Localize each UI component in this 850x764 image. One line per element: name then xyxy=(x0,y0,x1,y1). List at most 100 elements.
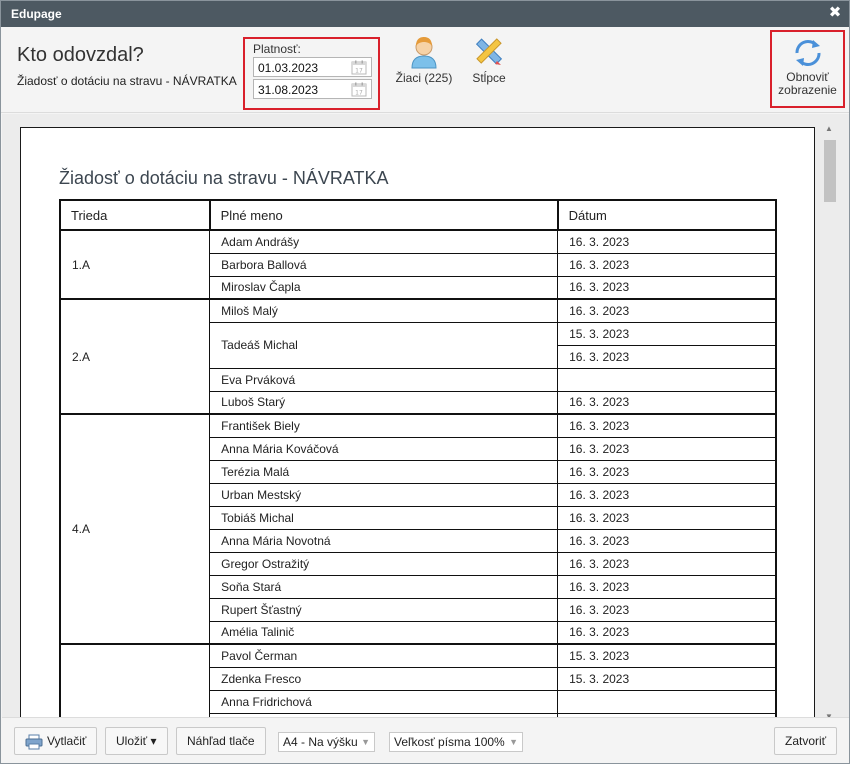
student-name-cell: Miroslav Čapla xyxy=(209,275,559,300)
columns-button[interactable]: Stĺpce xyxy=(467,35,511,85)
student-name-cell: Amélia Talinič xyxy=(209,620,559,645)
student-name-cell: František Biely xyxy=(209,413,559,438)
column-header-class: Trieda xyxy=(59,199,211,231)
font-size-value: Veľkosť písma 100% xyxy=(394,735,505,749)
window-title: Edupage xyxy=(11,7,62,21)
date-cell: 16. 3. 2023 xyxy=(557,574,778,599)
table-row: 2.A Miloš Malý 16. 3. 2023 xyxy=(59,298,778,415)
report-page: Žiadosť o dotáciu na stravu - NÁVRATKA T… xyxy=(20,127,815,717)
student-name-cell: Luboš Starý xyxy=(209,390,559,415)
date-cell: 16. 3. 2023 xyxy=(557,597,778,622)
date-cell: 16. 3. 2023 xyxy=(557,229,778,254)
chevron-down-icon: ▼ xyxy=(509,737,518,747)
student-name-cell: Adam Andrášy xyxy=(209,229,559,254)
svg-text:17: 17 xyxy=(355,90,363,97)
class-cell xyxy=(59,643,211,717)
chevron-down-icon: ▼ xyxy=(361,737,370,747)
date-cell xyxy=(557,689,778,714)
student-name-cell: Tobiáš Michal xyxy=(209,505,559,530)
date-to-value: 31.08.2023 xyxy=(258,83,319,97)
student-name-cell: Terézia Malá xyxy=(209,459,559,484)
date-cell: 15. 3. 2023 xyxy=(557,321,778,346)
page-title: Kto odovzdal? xyxy=(17,44,144,66)
report-table: Trieda Plné meno Dátum 1.A Adam Andrášy 16… xyxy=(59,199,778,717)
title-bar: Edupage ✖ xyxy=(1,1,849,27)
column-header-name: Plné meno xyxy=(208,199,559,231)
date-cell: 16. 3. 2023 xyxy=(557,620,778,645)
calendar-icon[interactable]: 17 xyxy=(351,82,367,97)
header: Kto odovzdal? Žiadosť o dotáciu na strav… xyxy=(1,27,849,113)
student-icon xyxy=(411,37,437,69)
svg-text:17: 17 xyxy=(355,68,363,75)
table-header-row: Trieda Plné meno Dátum xyxy=(59,199,778,231)
student-name-cell: Anna Fridrichová xyxy=(209,689,559,714)
date-cell: 16. 3. 2023 xyxy=(557,413,778,438)
class-cell: 2.A xyxy=(59,298,211,415)
table-row: 4.A František Biely 16. 3. 2023 xyxy=(59,413,778,645)
student-name-cell: Barbora Ballová xyxy=(209,252,559,277)
close-button[interactable]: Zatvoriť xyxy=(774,727,838,755)
refresh-icon xyxy=(795,40,820,66)
print-button[interactable]: Vytlačiť xyxy=(14,727,98,755)
date-cell: 16. 3. 2023 xyxy=(557,390,778,415)
student-name-cell: Gregor Ostražitý xyxy=(209,551,559,576)
footer-toolbar: Vytlačiť Uložiť ▾ Náhľad tlače A4 - Na v… xyxy=(2,717,849,763)
scrollbar-thumb[interactable] xyxy=(824,140,836,202)
student-name-cell: Tadeáš Michal xyxy=(209,321,559,369)
student-name-cell: Miloš Malý xyxy=(209,298,559,323)
font-size-select[interactable]: Veľkosť písma 100% ▼ xyxy=(389,732,523,752)
date-cell: 16. 3. 2023 xyxy=(557,528,778,553)
students-button[interactable]: Žiaci (225) xyxy=(391,35,457,85)
class-cell: 4.A xyxy=(59,413,211,645)
date-cell: 16. 3. 2023 xyxy=(557,505,778,530)
student-name-cell: Anna Mária Kováčová xyxy=(209,436,559,461)
report-title: Žiadosť o dotáciu na stravu - NÁVRATKA xyxy=(59,168,389,188)
date-cell: 15. 3. 2023 xyxy=(557,666,778,691)
table-row: Pavol Čerman 15. 3. 2023 xyxy=(59,643,778,717)
date-to-input[interactable]: 31.08.2023 17 xyxy=(253,79,372,99)
close-icon[interactable]: ✖ xyxy=(827,4,843,22)
vertical-scrollbar[interactable]: ▲ ▼ xyxy=(822,124,837,717)
class-cell: 1.A xyxy=(59,229,211,300)
date-cell: 16. 3. 2023 xyxy=(557,252,778,277)
student-name-cell: Urban Mestský xyxy=(209,482,559,507)
students-label: Žiaci (225) xyxy=(395,71,453,85)
paper-format-value: A4 - Na výšku xyxy=(283,735,358,749)
date-cell: 16. 3. 2023 xyxy=(557,344,778,369)
date-cell: 16. 3. 2023 xyxy=(557,275,778,300)
report-preview-area: Žiadosť o dotáciu na stravu - NÁVRATKA T… xyxy=(2,114,849,717)
dialog-window: Edupage ✖ Kto odovzdal? Žiadosť o dotáci… xyxy=(0,0,850,764)
columns-label: Stĺpce xyxy=(472,71,506,85)
date-cell: 16. 3. 2023 xyxy=(557,298,778,323)
print-preview-button[interactable]: Náhľad tlače xyxy=(176,727,266,755)
save-button[interactable]: Uložiť ▾ xyxy=(105,727,168,755)
date-cell xyxy=(557,367,778,392)
date-cell: 16. 3. 2023 xyxy=(557,436,778,461)
student-name-cell: Rupert Šťastný xyxy=(209,597,559,622)
calendar-icon[interactable]: 17 xyxy=(351,60,367,75)
date-from-value: 01.03.2023 xyxy=(258,61,319,75)
report-table-body: 1.A Adam Andrášy 16. 3. 2023 Barbora Ballov… xyxy=(59,229,778,717)
page-subtitle: Žiadosť o dotáciu na stravu - NÁVRATKA xyxy=(17,74,237,88)
date-cell: 16. 3. 2023 xyxy=(557,482,778,507)
pencil-ruler-icon xyxy=(475,38,503,65)
paper-format-select[interactable]: A4 - Na výšku ▼ xyxy=(278,732,375,752)
date-from-input[interactable]: 01.03.2023 17 xyxy=(253,57,372,77)
column-header-date: Dátum xyxy=(556,199,778,231)
date-cell: 15. 3. 2023 xyxy=(557,643,778,668)
date-cell: 16. 3. 2023 xyxy=(557,459,778,484)
student-name-cell: Soňa Stará xyxy=(209,574,559,599)
table-row: 1.A Adam Andrášy 16. 3. 2023 xyxy=(59,229,778,300)
validity-label: Platnosť: xyxy=(253,42,301,56)
printer-icon xyxy=(25,734,43,750)
print-label: Vytlačiť xyxy=(47,734,87,748)
date-cell: 16. 3. 2023 xyxy=(557,551,778,576)
student-name-cell: Zdenka Fresco xyxy=(209,666,559,691)
student-name-cell: Eva Prváková xyxy=(209,367,559,392)
refresh-view-button[interactable]: Obnoviť zobrazenie xyxy=(770,30,845,108)
student-name-cell: Pavol Čerman xyxy=(209,643,559,668)
refresh-label-2: zobrazenie xyxy=(778,83,837,97)
scroll-up-icon[interactable]: ▲ xyxy=(825,124,833,133)
validity-range: Platnosť: 01.03.2023 17 31.08.2023 17 xyxy=(243,37,380,110)
student-name-cell: Anna Mária Novotná xyxy=(209,528,559,553)
